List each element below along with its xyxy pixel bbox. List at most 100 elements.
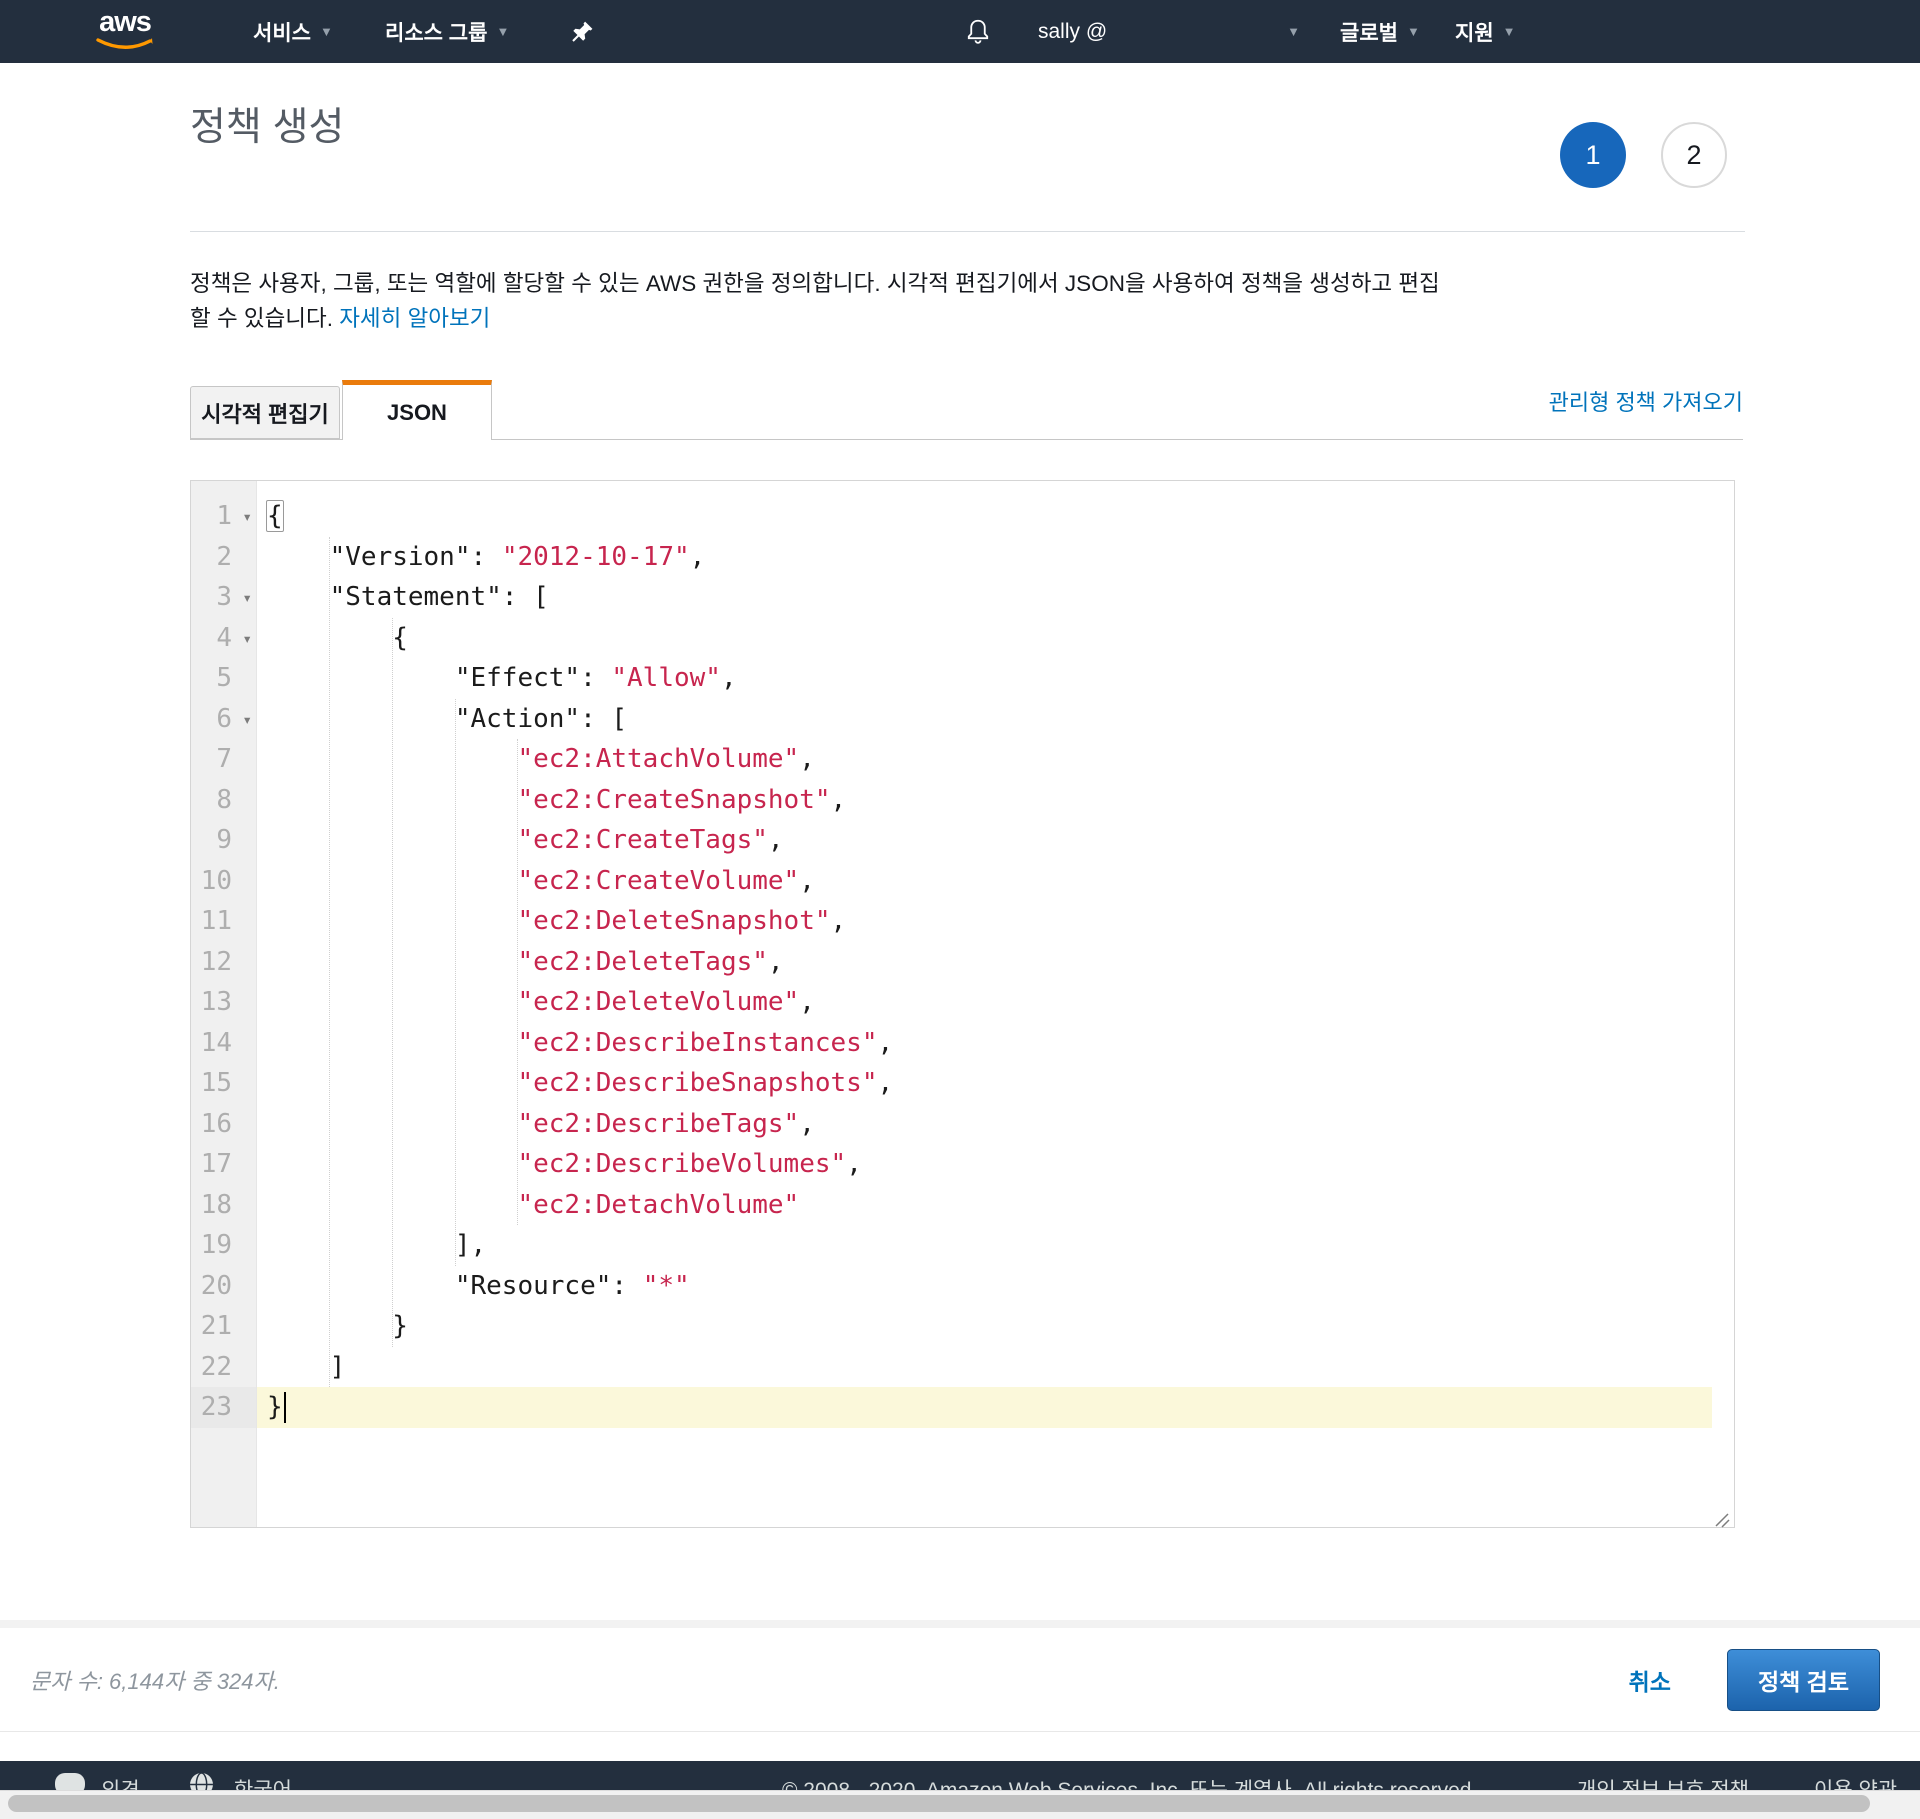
review-policy-button[interactable]: 정책 검토 [1727, 1649, 1880, 1711]
code-line[interactable]: "ec2:CreateTags", [257, 820, 1734, 861]
gutter-line-number: 13 [191, 982, 256, 1023]
code-text: "Version": [267, 542, 502, 572]
aws-logo[interactable]: aws [96, 7, 154, 52]
header-divider [190, 231, 1745, 232]
resource-groups-menu[interactable]: 리소스 그룹 ▼ [385, 0, 509, 63]
resource-groups-menu-label: 리소스 그룹 [385, 17, 487, 47]
code-text [267, 906, 517, 936]
horizontal-scrollbar-thumb[interactable] [8, 1795, 1870, 1812]
chevron-down-icon: ▼ [320, 25, 333, 38]
code-line[interactable]: } [257, 1387, 1712, 1428]
gutter-line-number: 23 [191, 1387, 256, 1428]
gutter-line-number: 20 [191, 1266, 256, 1307]
code-line[interactable]: "Statement": [ [257, 577, 1734, 618]
code-text: , [799, 744, 815, 774]
gutter-line-number: 4▾ [191, 618, 256, 659]
fold-arrow-icon[interactable]: ▾ [242, 578, 252, 619]
code-line[interactable]: "ec2:DeleteVolume", [257, 982, 1734, 1023]
code-text: { [266, 500, 284, 532]
cancel-link[interactable]: 취소 [1629, 1663, 1671, 1697]
code-text: } [267, 1392, 283, 1422]
tab-visual-editor[interactable]: 시각적 편집기 [190, 386, 340, 439]
code-line[interactable]: "Resource": "*" [257, 1266, 1734, 1307]
editor-code[interactable]: { "Version": "2012-10-17", "Statement": … [257, 481, 1734, 1527]
code-text [267, 987, 517, 1017]
code-text: , [799, 987, 815, 1017]
code-text [267, 866, 517, 896]
aws-logo-text: aws [99, 7, 151, 37]
code-line[interactable]: { [257, 496, 1734, 537]
code-text: , [721, 663, 737, 693]
services-menu[interactable]: 서비스 ▼ [253, 0, 333, 63]
character-count: 문자 수: 6,144자 중 324자. [30, 1664, 280, 1696]
code-text: , [877, 1028, 893, 1058]
code-text: , [846, 1149, 862, 1179]
code-line[interactable]: ] [257, 1347, 1734, 1388]
code-line[interactable]: "ec2:DeleteTags", [257, 942, 1734, 983]
top-navbar: aws 서비스 ▼ 리소스 그룹 ▼ sally @ ▼ 글로벌 ▼ 지원 ▼ [0, 0, 1920, 63]
code-text: , [799, 1109, 815, 1139]
code-text: , [831, 785, 847, 815]
code-line[interactable]: "ec2:DetachVolume" [257, 1185, 1734, 1226]
import-managed-policy-link[interactable]: 관리형 정책 가져오기 [1549, 385, 1743, 417]
json-policy-editor[interactable]: 1▾23▾4▾56▾789101112131415161718192021222… [190, 480, 1735, 1528]
fold-arrow-icon[interactable]: ▾ [242, 619, 252, 660]
aws-smile-icon [96, 37, 154, 52]
gutter-line-number: 11 [191, 901, 256, 942]
editor-resize-handle[interactable] [1713, 1506, 1731, 1524]
gutter-line-number: 18 [191, 1185, 256, 1226]
code-text: "Action": [ [267, 704, 627, 734]
gutter-line-number: 15 [191, 1063, 256, 1104]
code-text [267, 1190, 517, 1220]
code-line[interactable]: "ec2:DescribeTags", [257, 1104, 1734, 1145]
code-string: "2012-10-17" [502, 542, 690, 572]
code-line[interactable]: "ec2:CreateSnapshot", [257, 780, 1734, 821]
gutter-line-number: 21 [191, 1306, 256, 1347]
code-string: "ec2:DescribeSnapshots" [517, 1068, 877, 1098]
code-string: "ec2:DeleteTags" [517, 947, 767, 977]
code-line[interactable]: "ec2:DescribeSnapshots", [257, 1063, 1734, 1104]
account-menu[interactable]: sally @ ▼ [1038, 0, 1300, 63]
code-string: "*" [643, 1271, 690, 1301]
code-text [267, 1028, 517, 1058]
gutter-line-number: 2 [191, 537, 256, 578]
chevron-down-icon: ▼ [496, 25, 509, 38]
code-line[interactable]: "ec2:DescribeVolumes", [257, 1144, 1734, 1185]
code-string: "ec2:CreateTags" [517, 825, 767, 855]
code-text: "Effect": [267, 663, 611, 693]
region-menu[interactable]: 글로벌 ▼ [1340, 0, 1420, 63]
code-line[interactable]: { [257, 618, 1734, 659]
statusbar-top-strip [0, 1620, 1920, 1628]
code-text [267, 825, 517, 855]
code-string: "ec2:DescribeInstances" [517, 1028, 877, 1058]
code-text: ], [267, 1230, 486, 1260]
gutter-line-number: 16 [191, 1104, 256, 1145]
code-line[interactable]: "ec2:DescribeInstances", [257, 1023, 1734, 1064]
support-menu-label: 지원 [1455, 17, 1494, 47]
notifications-bell-icon[interactable] [964, 0, 992, 63]
fold-arrow-icon[interactable]: ▾ [242, 497, 252, 538]
gutter-line-number: 5 [191, 658, 256, 699]
pin-icon[interactable] [571, 0, 594, 63]
learn-more-link[interactable]: 자세히 알아보기 [339, 306, 490, 331]
code-line[interactable]: "ec2:CreateVolume", [257, 861, 1734, 902]
code-line[interactable]: "ec2:DeleteSnapshot", [257, 901, 1734, 942]
code-text: , [877, 1068, 893, 1098]
code-line[interactable]: "Effect": "Allow", [257, 658, 1734, 699]
tab-json[interactable]: JSON [342, 380, 492, 440]
code-line[interactable]: "Action": [ [257, 699, 1734, 740]
code-text: "Statement": [ [267, 582, 549, 612]
code-text: } [267, 1311, 408, 1341]
code-line[interactable]: "ec2:AttachVolume", [257, 739, 1734, 780]
code-text: , [768, 947, 784, 977]
code-line[interactable]: } [257, 1306, 1734, 1347]
editor-gutter: 1▾23▾4▾56▾789101112131415161718192021222… [191, 481, 257, 1527]
code-line[interactable]: ], [257, 1225, 1734, 1266]
code-line[interactable]: "Version": "2012-10-17", [257, 537, 1734, 578]
page-title: 정책 생성 [190, 96, 344, 152]
chevron-down-icon: ▼ [1287, 25, 1300, 38]
support-menu[interactable]: 지원 ▼ [1455, 0, 1516, 63]
fold-arrow-icon[interactable]: ▾ [242, 700, 252, 741]
text-cursor [284, 1392, 286, 1423]
code-text [267, 785, 517, 815]
